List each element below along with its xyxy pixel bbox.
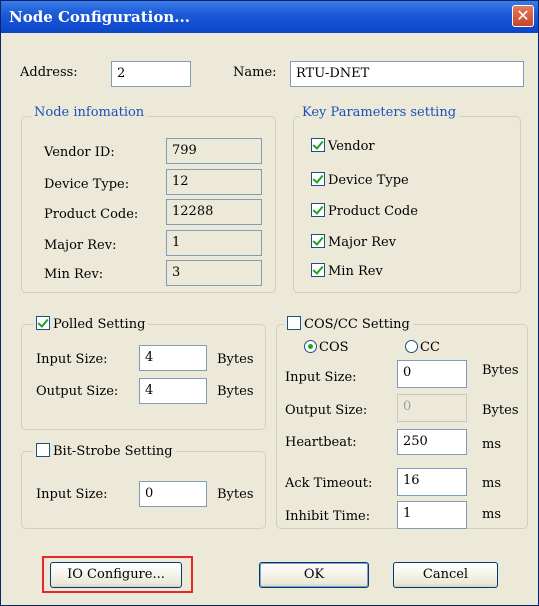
min-rev-label: Min Rev: bbox=[44, 267, 104, 282]
heartbeat-unit: ms bbox=[482, 437, 501, 452]
radio-selected-icon[interactable] bbox=[304, 340, 317, 353]
product-code-value: 12288 bbox=[166, 199, 262, 225]
key-min-rev-checkbox[interactable]: Min Rev bbox=[311, 263, 383, 279]
polled-output-size-label: Output Size: bbox=[36, 384, 119, 399]
min-rev-value: 3 bbox=[166, 260, 262, 286]
checkbox-checked-icon[interactable] bbox=[36, 316, 50, 330]
vendor-id-value: 799 bbox=[166, 138, 262, 164]
coscc-output-size-label: Output Size: bbox=[285, 403, 368, 418]
address-field[interactable]: 2 bbox=[111, 61, 191, 87]
polled-output-size-field[interactable]: 4 bbox=[139, 378, 207, 404]
coscc-input-size-label: Input Size: bbox=[285, 370, 357, 385]
key-major-rev-label: Major Rev bbox=[328, 235, 397, 250]
key-device-type-checkbox[interactable]: Device Type bbox=[311, 172, 409, 188]
node-info-legend: Node infomation bbox=[31, 105, 148, 120]
key-vendor-checkbox[interactable]: Vendor bbox=[311, 138, 375, 154]
ok-button[interactable]: OK bbox=[259, 562, 369, 588]
window-title: Node Configuration... bbox=[9, 8, 190, 26]
io-configure-button[interactable]: IO Configure... bbox=[50, 562, 182, 588]
bitstrobe-input-unit: Bytes bbox=[217, 487, 254, 502]
coscc-checkbox[interactable]: COS/CC Setting bbox=[284, 316, 413, 332]
major-rev-label: Major Rev: bbox=[44, 238, 117, 253]
inhibit-time-field[interactable]: 1 bbox=[397, 501, 467, 529]
bitstrobe-checkbox[interactable]: Bit-Strobe Setting bbox=[33, 443, 176, 459]
major-rev-value: 1 bbox=[166, 230, 262, 256]
node-configuration-dialog: Node Configuration... ✕ Address: 2 Name:… bbox=[0, 0, 539, 606]
ack-timeout-label: Ack Timeout: bbox=[285, 476, 373, 491]
device-type-value: 12 bbox=[166, 169, 262, 195]
key-major-rev-checkbox[interactable]: Major Rev bbox=[311, 234, 396, 250]
key-params-legend: Key Parameters setting bbox=[299, 105, 460, 120]
name-field[interactable]: RTU-DNET bbox=[290, 61, 524, 87]
key-vendor-label: Vendor bbox=[328, 139, 375, 154]
polled-group bbox=[21, 324, 266, 430]
polled-input-size-label: Input Size: bbox=[36, 352, 108, 367]
radio-cc-label: CC bbox=[420, 340, 440, 355]
coscc-output-size-field: 0 bbox=[397, 394, 467, 422]
checkbox-checked-icon[interactable] bbox=[311, 203, 325, 217]
name-label: Name: bbox=[233, 65, 277, 80]
checkbox-checked-icon[interactable] bbox=[311, 138, 325, 152]
bitstrobe-legend: Bit-Strobe Setting bbox=[53, 444, 173, 459]
checkbox-unchecked-icon[interactable] bbox=[36, 443, 50, 457]
heartbeat-label: Heartbeat: bbox=[285, 435, 357, 450]
key-device-type-label: Device Type bbox=[328, 173, 409, 188]
polled-output-unit: Bytes bbox=[217, 384, 254, 399]
vendor-id-label: Vendor ID: bbox=[44, 145, 115, 160]
coscc-input-size-field[interactable]: 0 bbox=[397, 360, 467, 388]
polled-legend: Polled Setting bbox=[53, 317, 146, 332]
polled-input-size-field[interactable]: 4 bbox=[139, 345, 207, 371]
coscc-output-unit: Bytes bbox=[482, 403, 519, 418]
device-type-label: Device Type: bbox=[44, 177, 130, 192]
title-bar[interactable]: Node Configuration... ✕ bbox=[1, 1, 538, 33]
key-product-code-checkbox[interactable]: Product Code bbox=[311, 203, 418, 219]
checkbox-checked-icon[interactable] bbox=[311, 234, 325, 248]
key-min-rev-label: Min Rev bbox=[328, 264, 383, 279]
radio-cc[interactable]: CC bbox=[405, 340, 440, 355]
radio-cos[interactable]: COS bbox=[304, 340, 349, 355]
key-product-code-label: Product Code bbox=[328, 204, 418, 219]
polled-checkbox[interactable]: Polled Setting bbox=[33, 316, 149, 332]
address-label: Address: bbox=[20, 65, 78, 80]
ack-timeout-unit: ms bbox=[482, 476, 501, 491]
bitstrobe-input-size-label: Input Size: bbox=[36, 487, 108, 502]
inhibit-time-label: Inhibit Time: bbox=[285, 509, 371, 524]
heartbeat-field[interactable]: 250 bbox=[397, 429, 467, 455]
checkbox-unchecked-icon[interactable] bbox=[287, 316, 301, 330]
coscc-legend: COS/CC Setting bbox=[304, 317, 410, 332]
checkbox-checked-icon[interactable] bbox=[311, 263, 325, 277]
radio-cos-label: COS bbox=[319, 340, 349, 355]
cancel-button[interactable]: Cancel bbox=[393, 562, 498, 588]
radio-unselected-icon[interactable] bbox=[405, 340, 418, 353]
checkbox-checked-icon[interactable] bbox=[311, 172, 325, 186]
coscc-input-unit: Bytes bbox=[482, 363, 519, 378]
product-code-label: Product Code: bbox=[44, 207, 139, 222]
inhibit-time-unit: ms bbox=[482, 507, 501, 522]
bitstrobe-input-size-field[interactable]: 0 bbox=[139, 481, 207, 507]
polled-input-unit: Bytes bbox=[217, 352, 254, 367]
ack-timeout-field[interactable]: 16 bbox=[397, 468, 467, 496]
close-icon[interactable]: ✕ bbox=[512, 5, 534, 27]
